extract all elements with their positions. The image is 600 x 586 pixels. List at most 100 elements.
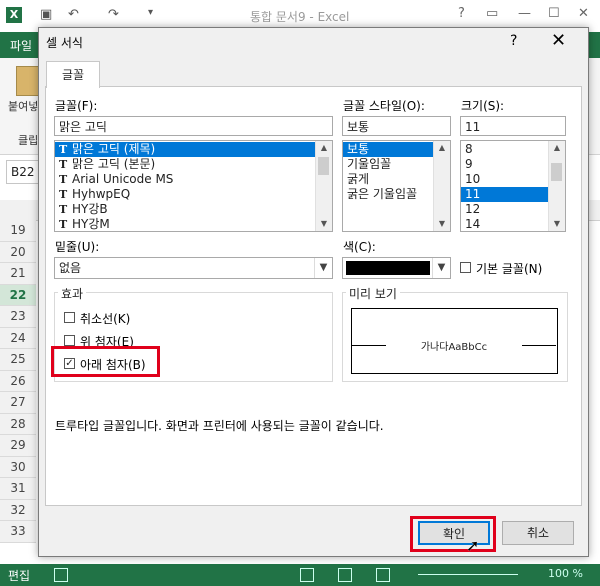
row-header[interactable]: 28 [0, 413, 36, 435]
effects-label: 효과 [58, 285, 87, 302]
size-list[interactable]: 8 9 10 11 12 14 ▲ ▼ [460, 140, 566, 232]
size-item[interactable]: 14 [461, 217, 548, 231]
scroll-up-icon[interactable]: ▲ [434, 141, 450, 155]
preview-text: 가나다AaBbCc [420, 342, 488, 353]
row-header[interactable]: 23 [0, 306, 36, 328]
row-header[interactable]: 26 [0, 370, 36, 392]
row-headers: 19 20 21 22 23 24 25 26 27 28 29 30 31 32 33 [0, 220, 36, 543]
chevron-down-icon[interactable]: ▼ [314, 258, 332, 278]
subscript-highlight [51, 346, 160, 377]
superscript-checkbox[interactable] [64, 335, 75, 346]
ribbon-display-icon[interactable]: ▭ [486, 6, 498, 21]
page-break-view-icon[interactable] [376, 568, 390, 582]
size-item[interactable]: 9 [461, 157, 548, 172]
row-header[interactable]: 19 [0, 220, 36, 242]
scroll-thumb[interactable] [318, 157, 329, 175]
dialog-help-button[interactable]: ? [510, 33, 517, 49]
size-item[interactable]: 8 [461, 142, 548, 157]
font-style-item[interactable]: 기울임꼴 [343, 157, 433, 172]
chevron-down-icon[interactable]: ▼ [432, 258, 450, 278]
row-header[interactable]: 27 [0, 392, 36, 414]
row-header[interactable]: 25 [0, 349, 36, 371]
font-list-item[interactable]: T HY강B [55, 202, 332, 217]
strikethrough-label: 취소선(K) [80, 312, 131, 326]
row-header[interactable]: 29 [0, 435, 36, 457]
macro-record-icon[interactable] [54, 568, 68, 582]
strikethrough-checkbox[interactable] [64, 312, 75, 323]
mouse-cursor-icon: ➚ [466, 536, 480, 555]
zoom-slider[interactable] [418, 574, 518, 575]
size-item[interactable]: 11 [461, 187, 548, 202]
font-list-item[interactable]: T HY강M [55, 217, 332, 231]
font-list-scrollbar[interactable]: ▲ ▼ [315, 141, 332, 231]
help-icon[interactable]: ? [458, 6, 465, 21]
underline-select[interactable]: 없음 ▼ [54, 257, 333, 279]
dialog-title: 셀 서식 [46, 36, 83, 50]
close-window-icon[interactable]: ✕ [578, 6, 589, 21]
row-header[interactable]: 24 [0, 327, 36, 349]
normal-view-icon[interactable] [300, 568, 314, 582]
font-style-item[interactable]: 굵은 기울임꼴 [343, 187, 433, 202]
truetype-icon: T [59, 143, 68, 156]
ok-button-highlight [410, 516, 496, 552]
row-header[interactable]: 21 [0, 263, 36, 285]
truetype-icon: T [59, 173, 68, 186]
file-tab[interactable]: 파일 [10, 37, 32, 54]
color-swatch [346, 261, 430, 275]
scroll-up-icon[interactable]: ▲ [316, 141, 332, 155]
font-list-item[interactable]: T 맑은 고딕 (본문) [55, 157, 332, 172]
font-style-item[interactable]: 보통 [343, 142, 433, 157]
window-title: 통합 문서9 - Excel [250, 10, 350, 24]
font-name: HY강M [72, 217, 110, 231]
row-header[interactable]: 32 [0, 499, 36, 521]
clipboard-group-label: 클립 [18, 134, 39, 147]
scroll-down-icon[interactable]: ▼ [316, 217, 332, 231]
undo-icon[interactable]: ↶ [68, 7, 79, 22]
font-list-item[interactable]: T Arial Unicode MS [55, 172, 332, 187]
tab-font[interactable]: 글꼴 [46, 61, 100, 88]
size-item[interactable]: 10 [461, 172, 548, 187]
size-input[interactable]: 11 [460, 116, 566, 136]
font-style-scrollbar[interactable]: ▲ ▼ [433, 141, 450, 231]
save-icon[interactable]: ▣ [40, 7, 52, 22]
size-list-scrollbar[interactable]: ▲ ▼ [548, 141, 565, 231]
paste-icon[interactable] [16, 66, 40, 96]
scroll-down-icon[interactable]: ▼ [434, 217, 450, 231]
size-item[interactable]: 12 [461, 202, 548, 217]
color-select[interactable]: ▼ [342, 257, 451, 279]
row-header[interactable]: 31 [0, 478, 36, 500]
underline-label: 밑줄(U): [55, 240, 100, 254]
font-list-item[interactable]: T 맑은 고딕 (제목) [55, 142, 332, 157]
font-style-list[interactable]: 보통 기울임꼴 굵게 굵은 기울임꼴 ▲ ▼ [342, 140, 451, 232]
font-list-item[interactable]: T HyhwpEQ [55, 187, 332, 202]
redo-icon[interactable]: ↷ [108, 7, 119, 22]
row-header[interactable]: 30 [0, 456, 36, 478]
preview-line-left [352, 345, 386, 346]
customize-toolbar-icon[interactable]: ▾ [148, 7, 153, 18]
truetype-icon: T [59, 158, 68, 171]
font-style-item[interactable]: 굵게 [343, 172, 433, 187]
page-layout-view-icon[interactable] [338, 568, 352, 582]
color-label: 색(C): [343, 240, 376, 254]
scroll-thumb[interactable] [551, 163, 562, 181]
cancel-button[interactable]: 취소 [502, 521, 574, 545]
row-header[interactable]: 20 [0, 241, 36, 263]
scroll-down-icon[interactable]: ▼ [549, 217, 565, 231]
font-input[interactable]: 맑은 고딕 [54, 116, 333, 136]
font-style-input[interactable]: 보통 [342, 116, 451, 136]
row-header[interactable]: 22 [0, 284, 36, 306]
zoom-level[interactable]: 100 % [548, 567, 583, 580]
row-header[interactable]: 33 [0, 521, 36, 543]
font-list[interactable]: T 맑은 고딕 (제목) T 맑은 고딕 (본문) T Arial Unicode MS T… [54, 140, 333, 232]
dialog-close-button[interactable]: ✕ [551, 30, 566, 51]
maximize-icon[interactable]: ☐ [548, 6, 560, 21]
font-style-label: 글꼴 스타일(O): [343, 99, 425, 113]
preview-label: 미리 보기 [346, 285, 400, 302]
minimize-icon[interactable]: — [518, 6, 531, 21]
font-name: HY강B [72, 202, 108, 216]
default-font-checkbox[interactable] [460, 262, 471, 273]
truetype-icon: T [59, 203, 68, 216]
preview-line-right [522, 345, 556, 346]
scroll-up-icon[interactable]: ▲ [549, 141, 565, 155]
paste-label: 붙여넣 [8, 100, 39, 113]
